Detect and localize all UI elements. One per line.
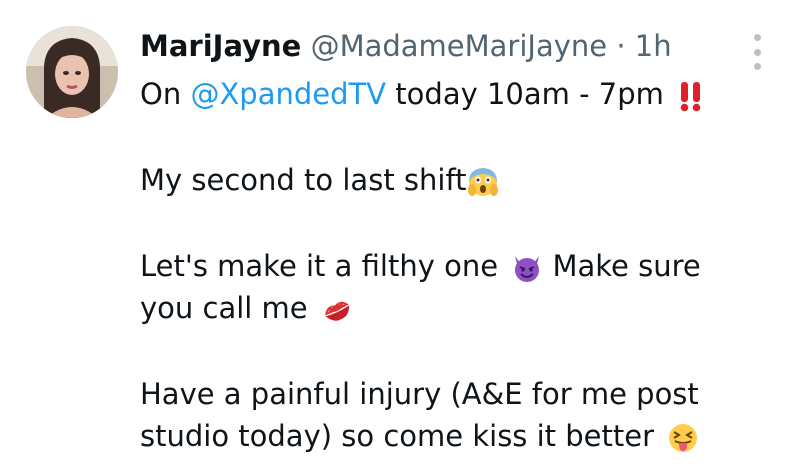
tweet-line-6: studio today) so come kiss it better	[140, 415, 760, 457]
author-name[interactable]: MariJayne	[140, 29, 301, 63]
text-filthy-one: Let's make it a filthy one	[140, 249, 508, 283]
tweet-line-5: Have a painful injury (A&E for me post	[140, 373, 760, 415]
tweet-line-4: you call me	[140, 287, 760, 329]
tweet-line-2: My second to last shift	[140, 159, 760, 201]
tweet-header: MariJayne @MadameMariJayne · 1h	[140, 27, 672, 65]
text-painful-injury: Have a painful injury (A&E for me post	[140, 377, 699, 411]
squinting-tongue-emoji	[667, 422, 699, 454]
text-make-sure: Make sure	[543, 249, 701, 283]
text-call-me: you call me	[140, 291, 317, 325]
smiling-devil-emoji	[511, 252, 543, 284]
text-on: On	[140, 77, 191, 111]
timestamp[interactable]: 1h	[635, 29, 672, 63]
text-kiss-it-better: studio today) so come kiss it better	[140, 419, 664, 453]
text-second-shift: My second to last shift	[140, 163, 467, 197]
avatar-image	[26, 26, 118, 118]
text-schedule: today 10am - 7pm	[386, 77, 674, 111]
double-exclamation-emoji	[677, 80, 705, 112]
tweet-line-1: On @XpandedTV today 10am - 7pm	[140, 73, 760, 115]
tweet-line-3: Let's make it a filthy one Make sure	[140, 245, 760, 287]
avatar[interactable]	[26, 26, 118, 118]
more-options-icon[interactable]	[744, 34, 770, 70]
separator-dot: ·	[616, 29, 626, 63]
tweet-text: On @XpandedTV today 10am - 7pm My second…	[140, 73, 760, 457]
mention-link[interactable]: @XpandedTV	[190, 77, 386, 111]
author-handle[interactable]: @MadameMariJayne	[311, 29, 608, 63]
screaming-face-emoji	[467, 166, 499, 198]
kiss-mark-emoji	[321, 294, 353, 326]
